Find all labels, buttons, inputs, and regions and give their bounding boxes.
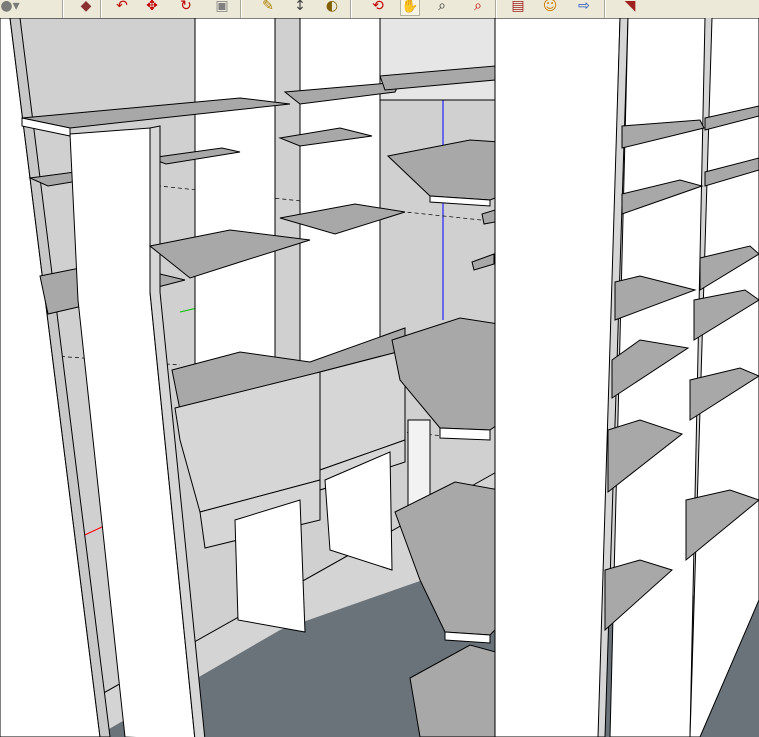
- model-viewport[interactable]: [0, 18, 759, 737]
- share-model-icon[interactable]: ⇨: [574, 0, 594, 16]
- angled-shelf-mid-edge: [439, 427, 491, 441]
- orbit-dropdown-icon[interactable]: ●▾: [0, 0, 20, 16]
- protractor-icon[interactable]: ◐: [322, 0, 342, 16]
- dimension-tool-icon[interactable]: ↕: [290, 0, 310, 16]
- rotate-tool-icon[interactable]: ↻: [176, 0, 196, 16]
- zoom-window-icon[interactable]: ⌕: [468, 0, 488, 16]
- toolbar-separator: [350, 0, 352, 18]
- toolbar-separator: [604, 0, 606, 18]
- paint-bucket-icon[interactable]: ◆: [76, 0, 96, 16]
- zoom-extents-icon[interactable]: ▤: [508, 0, 528, 16]
- lower-upright-1: [234, 499, 306, 633]
- toolbar-separator: [240, 0, 242, 18]
- offset-tool-icon[interactable]: ▣: [212, 0, 232, 16]
- tape-measure-icon[interactable]: ✎: [258, 0, 278, 16]
- zoom-icon[interactable]: ⌕: [432, 0, 452, 16]
- orbit-icon[interactable]: ⟲: [368, 0, 388, 16]
- undo-icon[interactable]: ↶: [112, 0, 132, 16]
- main-toolbar: ●▾ ◆ ↶ ✥ ↻ ▣ ✎ ↕ ◐ ⟲ ✋ ⌕ ⌕ ▤ ☺ ⇨ ◥: [0, 0, 759, 19]
- toolbar-separator: [100, 0, 102, 18]
- model-canvas[interactable]: [0, 18, 759, 737]
- send-to-layout-icon[interactable]: ◥: [620, 0, 640, 16]
- toolbar-separator: [62, 0, 64, 18]
- pan-hand-icon[interactable]: ✋: [400, 0, 420, 16]
- toolbar-separator: [495, 0, 497, 18]
- get-models-icon[interactable]: ☺: [540, 0, 560, 16]
- move-tool-icon[interactable]: ✥: [142, 0, 162, 16]
